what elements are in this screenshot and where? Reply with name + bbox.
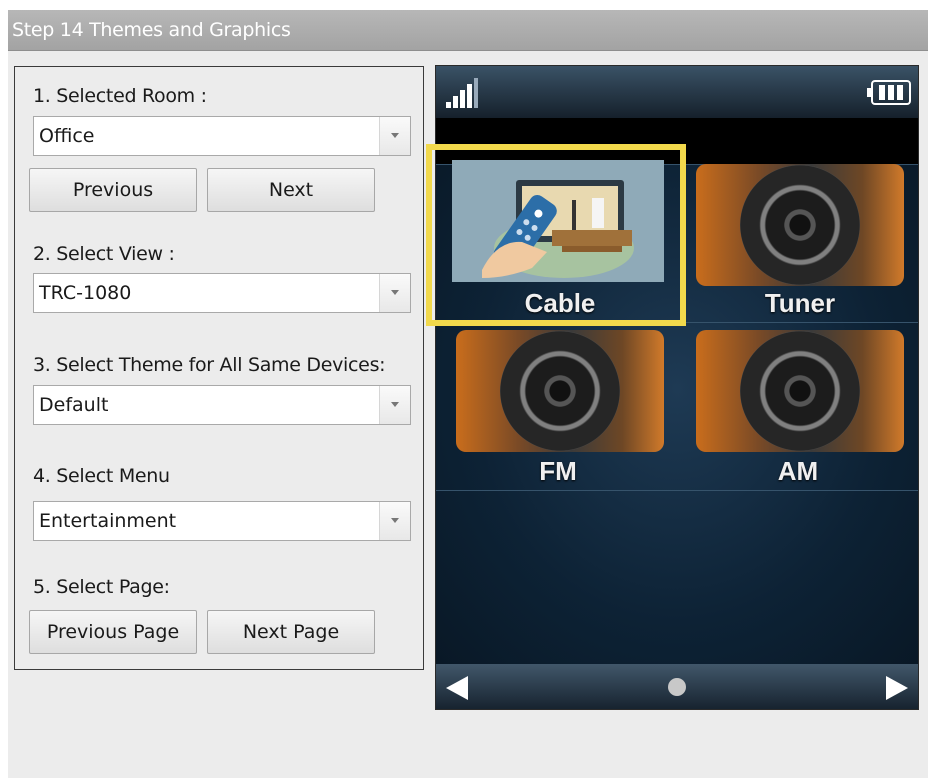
menu-select[interactable]: Entertainment: [33, 501, 411, 541]
room-select-value: Office: [39, 125, 95, 147]
battery-icon: [867, 80, 911, 105]
speaker-icon: [740, 165, 860, 285]
theme-select[interactable]: Default: [33, 385, 411, 425]
room-label: 1. Selected Room :: [33, 85, 207, 107]
tile-label-tuner: Tuner: [764, 288, 836, 318]
page-dot-icon[interactable]: [666, 676, 688, 698]
selected-tile-highlight: [426, 144, 686, 326]
page-label: 5. Select Page:: [33, 576, 170, 598]
tile-label-am: AM: [777, 456, 819, 486]
theme-label: 3. Select Theme for All Same Devices:: [33, 354, 386, 376]
window-title: Step 14 Themes and Graphics: [12, 19, 291, 41]
arrow-left-icon[interactable]: [444, 674, 470, 702]
menu-select-value: Entertainment: [39, 510, 177, 532]
chevron-down-icon[interactable]: [379, 386, 410, 424]
speaker-icon: [500, 331, 620, 451]
view-select-value: TRC-1080: [39, 282, 132, 304]
previous-page-button[interactable]: Previous Page: [29, 610, 197, 654]
chevron-down-icon[interactable]: [379, 502, 410, 540]
view-select[interactable]: TRC-1080: [33, 273, 411, 313]
signal-strength-icon: [446, 78, 478, 108]
page-nav-bar: [436, 664, 918, 709]
previous-room-button[interactable]: Previous: [29, 168, 197, 212]
next-page-button[interactable]: Next Page: [207, 610, 375, 654]
speaker-icon: [740, 331, 860, 451]
arrow-right-icon[interactable]: [884, 674, 910, 702]
settings-panel: 1. Selected Room : Office Previous Next …: [14, 66, 424, 670]
menu-label: 4. Select Menu: [33, 465, 170, 487]
next-room-button[interactable]: Next: [207, 168, 375, 212]
device-tile-tuner[interactable]: [696, 164, 904, 286]
view-label: 2. Select View :: [33, 243, 175, 265]
window-title-bar: Step 14 Themes and Graphics: [8, 10, 928, 51]
device-tile-fm[interactable]: [456, 330, 664, 452]
chevron-down-icon[interactable]: [379, 274, 410, 312]
device-tile-am[interactable]: [696, 330, 904, 452]
chevron-down-icon[interactable]: [379, 117, 410, 155]
room-select[interactable]: Office: [33, 116, 411, 156]
theme-select-value: Default: [39, 394, 109, 416]
tile-label-fm: FM: [539, 456, 577, 486]
status-bar: [436, 66, 918, 118]
